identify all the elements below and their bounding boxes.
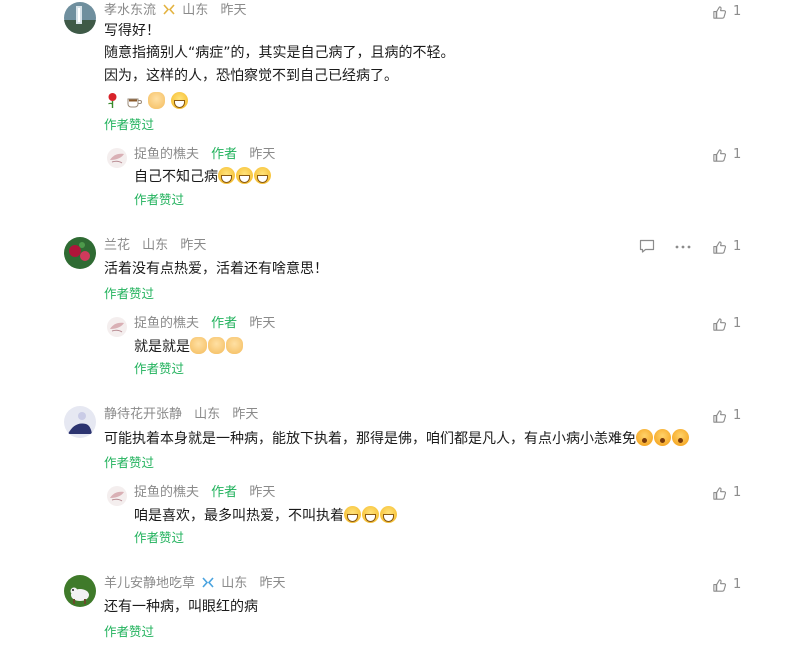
author-tag: 作者 — [211, 147, 238, 162]
reply-meta: 捉鱼的樵夫 作者 昨天 — [134, 483, 275, 503]
region: 山东 — [142, 238, 169, 253]
thumb-up-icon — [712, 578, 727, 593]
reply-text: 就是就是 — [134, 336, 244, 358]
avatar[interactable] — [64, 406, 96, 438]
comment-meta: 静待花开张静 山东 昨天 — [104, 405, 258, 425]
username[interactable]: 捉鱼的樵夫 — [134, 147, 199, 162]
grin-emoji — [218, 167, 235, 184]
region: 山东 — [182, 3, 209, 18]
comment-text: 还有一种病，叫眼红的病 — [104, 599, 258, 615]
reply-text: 自己不知己病 — [134, 166, 272, 188]
like-count: 1 — [733, 577, 742, 592]
like-count: 1 — [733, 316, 742, 331]
author-liked-label: 作者赞过 — [104, 455, 155, 470]
comment-text: 因为，这样的人，恐怕察觉不到自己已经病了。 — [104, 68, 398, 84]
like-button[interactable]: 1 — [712, 407, 741, 425]
grin-emoji — [362, 506, 379, 523]
like-button[interactable]: 1 — [712, 315, 741, 333]
like-button[interactable]: 1 — [712, 484, 741, 502]
author-liked-label: 作者赞过 — [134, 530, 185, 545]
reply-text-content: 自己不知己病 — [134, 169, 218, 185]
region: 山东 — [221, 576, 248, 591]
badge-icon — [163, 2, 175, 15]
clap-emoji — [190, 337, 207, 354]
coffee-emoji — [126, 92, 143, 109]
author-tag: 作者 — [211, 316, 238, 331]
clap-emoji — [208, 337, 225, 354]
reply-text-content: 咱是喜欢，最多叫热爱，不叫执着 — [134, 508, 344, 524]
grin-emoji — [254, 167, 271, 184]
thumb-up-icon — [712, 148, 727, 163]
comment-text: 活着没有点热爱，活着还有啥意思！ — [104, 261, 328, 277]
author-liked-label: 作者赞过 — [134, 361, 185, 376]
more-button[interactable] — [675, 245, 691, 249]
like-count: 1 — [733, 147, 742, 162]
surprised-emoji — [672, 429, 689, 446]
username[interactable]: 捉鱼的樵夫 — [134, 485, 199, 500]
comment-text: 可能执着本身就是一种病，能放下执着，那得是佛，咱们都是凡人，有点小病小恙难免 — [104, 428, 690, 450]
time: 昨天 — [232, 407, 259, 422]
like-button[interactable]: 1 — [712, 576, 741, 594]
like-button[interactable]: 1 — [712, 238, 741, 256]
comment-meta: 兰花 山东 昨天 — [104, 236, 206, 256]
verified-icon — [202, 575, 214, 588]
clap-emoji — [226, 337, 243, 354]
comment-meta: 孝水东流 山东 昨天 — [104, 1, 246, 21]
time: 昨天 — [249, 147, 276, 162]
thumb-up-icon — [712, 240, 727, 255]
like-count: 1 — [733, 485, 742, 500]
surprised-emoji — [636, 429, 653, 446]
region: 山东 — [194, 407, 221, 422]
time: 昨天 — [259, 576, 286, 591]
comment-meta: 羊儿安静地吃草 山东 昨天 — [104, 574, 285, 594]
author-liked-label: 作者赞过 — [134, 192, 185, 207]
handshake-emoji — [148, 92, 166, 109]
grin-emoji — [236, 167, 253, 184]
reply-meta: 捉鱼的樵夫 作者 昨天 — [134, 314, 275, 334]
time: 昨天 — [180, 238, 207, 253]
username[interactable]: 捉鱼的樵夫 — [134, 316, 199, 331]
time: 昨天 — [249, 485, 276, 500]
like-count: 1 — [733, 4, 742, 19]
author-liked-label: 作者赞过 — [104, 624, 155, 639]
author-liked-label: 作者赞过 — [104, 117, 155, 132]
like-button[interactable]: 1 — [712, 146, 741, 164]
thumb-up-icon — [712, 486, 727, 501]
avatar[interactable] — [107, 148, 127, 168]
comment-text: 写得好！ — [104, 23, 160, 39]
author-liked-label: 作者赞过 — [104, 286, 155, 301]
emoji-row — [104, 91, 189, 110]
like-count: 1 — [733, 408, 742, 423]
time: 昨天 — [249, 316, 276, 331]
reply-text: 咱是喜欢，最多叫热爱，不叫执着 — [134, 505, 398, 527]
rose-emoji — [104, 92, 121, 109]
avatar[interactable] — [107, 486, 127, 506]
reply-button[interactable] — [639, 239, 655, 254]
thumb-up-icon — [712, 409, 727, 424]
username[interactable]: 兰花 — [104, 238, 130, 253]
more-dots-icon — [675, 245, 691, 249]
like-button[interactable]: 1 — [712, 3, 741, 21]
comment-text-content: 可能执着本身就是一种病，能放下执着，那得是佛，咱们都是凡人，有点小病小恙难免 — [104, 431, 636, 447]
grin-emoji — [380, 506, 397, 523]
surprised-emoji — [654, 429, 671, 446]
grin-emoji — [171, 92, 189, 109]
time: 昨天 — [220, 3, 247, 18]
avatar[interactable] — [64, 237, 96, 269]
avatar[interactable] — [107, 317, 127, 337]
username[interactable]: 孝水东流 — [104, 3, 156, 18]
thumb-up-icon — [712, 317, 727, 332]
avatar[interactable] — [64, 2, 96, 34]
avatar[interactable] — [64, 575, 96, 607]
author-tag: 作者 — [211, 485, 238, 500]
comment-bubble-icon — [639, 239, 655, 253]
reply-text-content: 就是就是 — [134, 339, 190, 355]
username[interactable]: 静待花开张静 — [104, 407, 182, 422]
like-count: 1 — [733, 239, 742, 254]
reply-meta: 捉鱼的樵夫 作者 昨天 — [134, 145, 275, 165]
comment-text: 随意指摘别人“病症”的，其实是自己病了，且病的不轻。 — [104, 45, 455, 61]
grin-emoji — [344, 506, 361, 523]
username[interactable]: 羊儿安静地吃草 — [104, 576, 195, 591]
thumb-up-icon — [712, 5, 727, 20]
